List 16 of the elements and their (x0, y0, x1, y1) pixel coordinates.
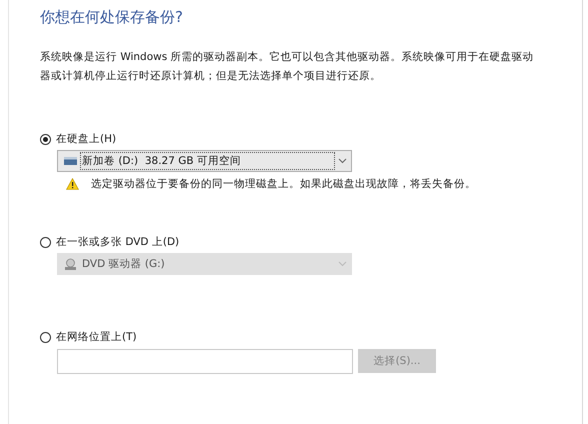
warning-text: 选定驱动器位于要备份的同一物理磁盘上。如果此磁盘出现故障，将丢失备份。 (91, 177, 476, 191)
radio-button[interactable] (40, 236, 51, 248)
disc-drive-icon (64, 258, 77, 270)
page-heading: 你想在何处保存备份? (40, 7, 183, 28)
drive-dropdown[interactable]: 新加卷 (D:) 38.27 GB 可用空间 (57, 150, 352, 172)
description-text: 系统映像是运行 Windows 所需的驱动器副本。它也可以包含其他驱动器。系统映像可用于在硬盘驱动器或计算机停止运行时还原计算机；但是无法选择单个项目进行还原。 (40, 50, 535, 84)
option-label[interactable]: 在一张或多张 DVD 上(D) (56, 235, 180, 249)
option-label[interactable]: 在网络位置上(T) (56, 330, 137, 344)
drive-icon (64, 157, 77, 165)
radio-button[interactable] (40, 332, 51, 342)
warning-icon (66, 178, 79, 190)
option-label[interactable]: 在硬盘上(H) (56, 132, 116, 146)
caret-icon (338, 261, 347, 267)
caret-icon (338, 158, 347, 164)
radio-button[interactable] (40, 134, 51, 144)
network-path-field[interactable] (57, 349, 353, 374)
